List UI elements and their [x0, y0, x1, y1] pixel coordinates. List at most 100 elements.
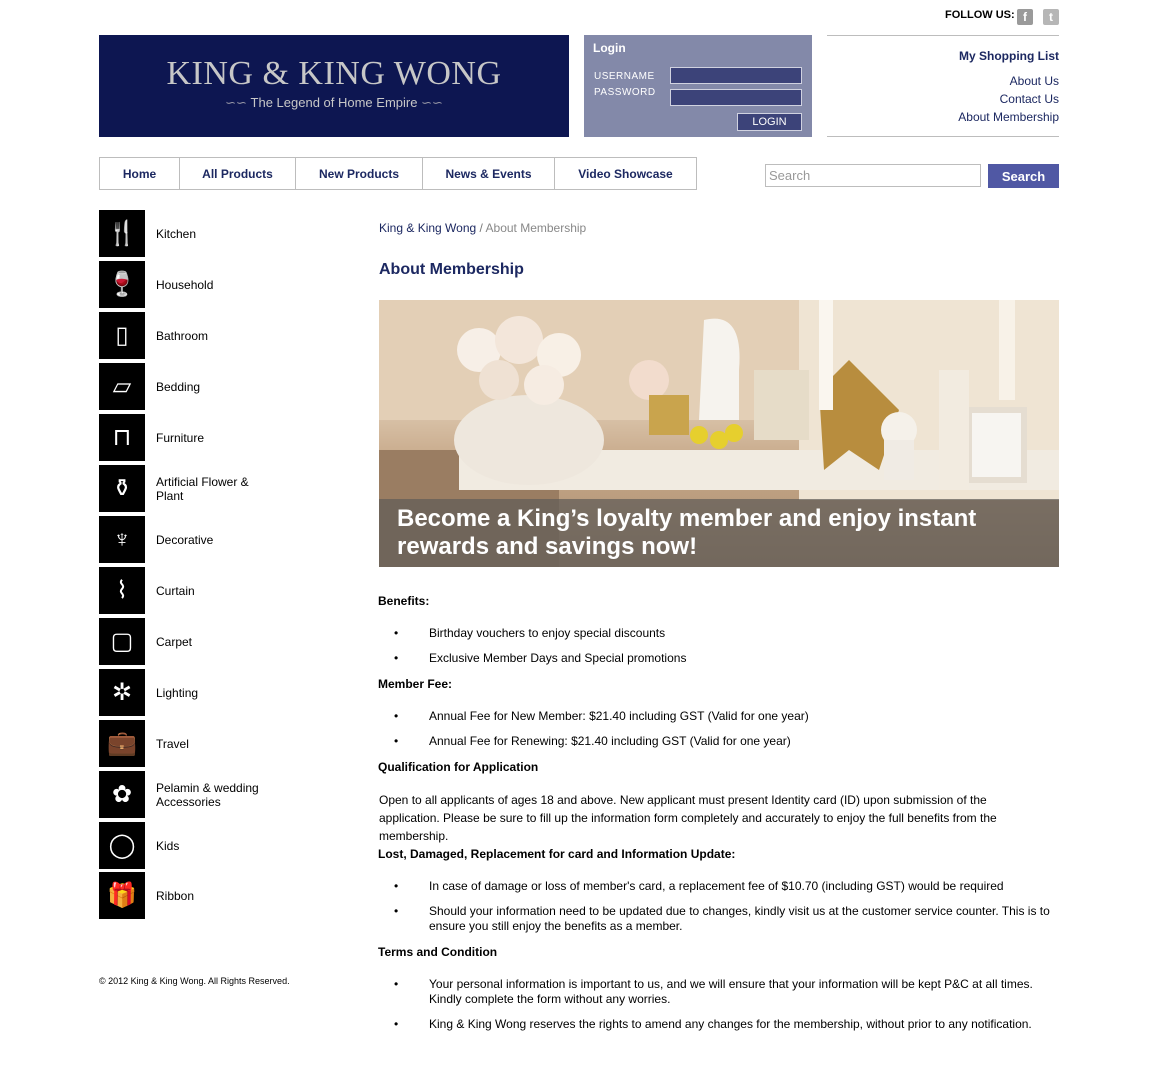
- bullet: •: [394, 651, 399, 665]
- breadcrumb-separator: /: [476, 221, 486, 235]
- curtain-icon: ⌇: [99, 567, 145, 614]
- sidebar-item-label: Kids: [156, 838, 180, 853]
- site-logo[interactable]: KING & KING WONG ∽∽ The Legend of Home E…: [99, 35, 569, 137]
- breadcrumb-home-link[interactable]: King & King Wong: [379, 221, 476, 235]
- sidebar-item-carpet[interactable]: ▢ Carpet: [99, 618, 339, 665]
- logo-title: KING & KING WONG: [166, 55, 502, 92]
- login-panel: Login USERNAME PASSWORD LOGIN: [584, 35, 812, 137]
- sidebar-item-furniture[interactable]: ⊓ Furniture: [99, 414, 339, 461]
- sidebar-item-label: Decorative: [156, 532, 214, 547]
- sidebar-item-label: Artificial Flower & Plant: [156, 474, 249, 503]
- username-input[interactable]: [670, 67, 802, 84]
- bullet: •: [394, 1017, 399, 1031]
- qualification-heading: Qualification for Application: [378, 760, 539, 774]
- qualification-text: Open to all applicants of ages 18 and ab…: [379, 793, 997, 843]
- sidebar-item-travel[interactable]: 💼 Travel: [99, 720, 339, 767]
- sidebar-item-label: Lighting: [156, 685, 199, 700]
- nav-home[interactable]: Home: [100, 158, 180, 189]
- search-button[interactable]: Search: [988, 164, 1059, 188]
- page-title: About Membership: [379, 261, 524, 278]
- logo-tagline: The Legend of Home Empire: [250, 95, 418, 110]
- swirl-right-icon: ∽∽: [417, 95, 443, 110]
- main-nav: Home All Products New Products News & Ev…: [99, 157, 697, 190]
- password-label: PASSWORD: [594, 87, 656, 98]
- candelabra-icon: ♆: [99, 516, 145, 563]
- sidebar-item-label: Bathroom: [156, 328, 209, 343]
- sidebar-item-label: Ribbon: [156, 888, 195, 903]
- sidebar-item-decorative[interactable]: ♆ Decorative: [99, 516, 339, 563]
- nav-new-products[interactable]: New Products: [296, 158, 423, 189]
- bullet: •: [394, 977, 399, 991]
- sidebar-item-ribbon[interactable]: 🎁 Ribbon: [99, 872, 339, 919]
- armchair-icon: ⊓: [99, 414, 145, 461]
- nav-video-showcase[interactable]: Video Showcase: [555, 158, 696, 189]
- sidebar-item-pelamin-wedding[interactable]: ✿ Pelamin & wedding Accessories: [99, 771, 339, 818]
- bullet: •: [394, 879, 399, 893]
- breadcrumb-current: About Membership: [485, 221, 587, 235]
- login-button[interactable]: LOGIN: [737, 113, 802, 131]
- sidebar-item-label: Household: [156, 277, 214, 292]
- balloon-icon: ◯: [99, 822, 145, 869]
- bullet: •: [394, 734, 399, 748]
- search-input[interactable]: [765, 164, 981, 187]
- about-us-link[interactable]: About Us: [1010, 74, 1059, 88]
- list-item-text: Should your information need to be updat…: [429, 904, 1050, 933]
- list-item-text: Annual Fee for New Member: $21.40 includ…: [429, 709, 809, 723]
- sidebar-item-label: Carpet: [156, 634, 193, 649]
- facebook-icon[interactable]: f: [1017, 9, 1033, 25]
- sidebar-item-bathroom[interactable]: ▯ Bathroom: [99, 312, 339, 359]
- sidebar-item-curtain[interactable]: ⌇ Curtain: [99, 567, 339, 614]
- towel-icon: ▯: [99, 312, 145, 359]
- list-item-text: King & King Wong reserves the rights to …: [429, 1017, 1032, 1031]
- sidebar-item-bedding[interactable]: ▱ Bedding: [99, 363, 339, 410]
- my-shopping-list-link[interactable]: My Shopping List: [959, 49, 1059, 63]
- member-fee-heading: Member Fee:: [378, 677, 453, 691]
- suitcase-icon: 💼: [99, 720, 145, 767]
- contact-us-link[interactable]: Contact Us: [1000, 92, 1059, 106]
- password-input[interactable]: [670, 89, 802, 106]
- terms-heading: Terms and Condition: [378, 945, 498, 959]
- twitter-icon[interactable]: t: [1043, 9, 1059, 25]
- sidebar-item-kids[interactable]: ◯ Kids: [99, 822, 339, 869]
- logo-tagline-row: ∽∽ The Legend of Home Empire ∽∽: [99, 95, 569, 111]
- sidebar-item-label: Bedding: [156, 379, 201, 394]
- cutlery-icon: 🍴: [99, 210, 145, 257]
- list-item-text: Birthday vouchers to enjoy special disco…: [429, 626, 666, 640]
- header-links: My Shopping List About Us Contact Us Abo…: [827, 35, 1059, 137]
- sidebar-item-lighting[interactable]: ✲ Lighting: [99, 669, 339, 716]
- username-label: USERNAME: [594, 71, 655, 82]
- gift-icon: 🎁: [99, 872, 145, 919]
- nav-all-products[interactable]: All Products: [180, 158, 296, 189]
- membership-banner-image: Become a King’s loyalty member and enjoy…: [379, 300, 1059, 567]
- carpet-icon: ▢: [99, 618, 145, 665]
- sidebar-item-label: Travel: [156, 736, 189, 751]
- glassware-icon: 🍷: [99, 261, 145, 308]
- vase-icon: ⚱: [99, 465, 145, 512]
- flower-tree-icon: ✿: [99, 771, 145, 818]
- swirl-left-icon: ∽∽: [225, 95, 251, 110]
- follow-us-label: FOLLOW US:: [945, 9, 1015, 21]
- list-item-text: In case of damage or loss of member's ca…: [429, 879, 1004, 893]
- sidebar-item-kitchen[interactable]: 🍴 Kitchen: [99, 210, 339, 257]
- benefits-heading: Benefits:: [378, 594, 430, 608]
- sidebar-item-label: Kitchen: [156, 226, 197, 241]
- bullet: •: [394, 626, 399, 640]
- copyright: © 2012 King & King Wong. All Rights Rese…: [99, 976, 290, 986]
- chandelier-icon: ✲: [99, 669, 145, 716]
- sidebar-item-label: Curtain: [156, 583, 195, 598]
- breadcrumb: King & King Wong / About Membership: [379, 221, 586, 235]
- list-item-text: Exclusive Member Days and Special promot…: [429, 651, 687, 665]
- sidebar-item-label: Pelamin & wedding Accessories: [156, 780, 259, 809]
- bed-icon: ▱: [99, 363, 145, 410]
- sidebar-item-label: Furniture: [156, 430, 205, 445]
- sidebar-item-household[interactable]: 🍷 Household: [99, 261, 339, 308]
- banner-caption: Become a King’s loyalty member and enjoy…: [397, 505, 977, 560]
- login-title: Login: [593, 41, 626, 55]
- nav-news-events[interactable]: News & Events: [423, 158, 555, 189]
- list-item-text: Your personal information is important t…: [429, 977, 1033, 1006]
- bullet: •: [394, 709, 399, 723]
- sidebar-item-artificial-flower-plant[interactable]: ⚱ Artificial Flower & Plant: [99, 465, 339, 512]
- bullet: •: [394, 904, 399, 918]
- about-membership-link[interactable]: About Membership: [958, 110, 1059, 124]
- list-item-text: Annual Fee for Renewing: $21.40 includin…: [429, 734, 791, 748]
